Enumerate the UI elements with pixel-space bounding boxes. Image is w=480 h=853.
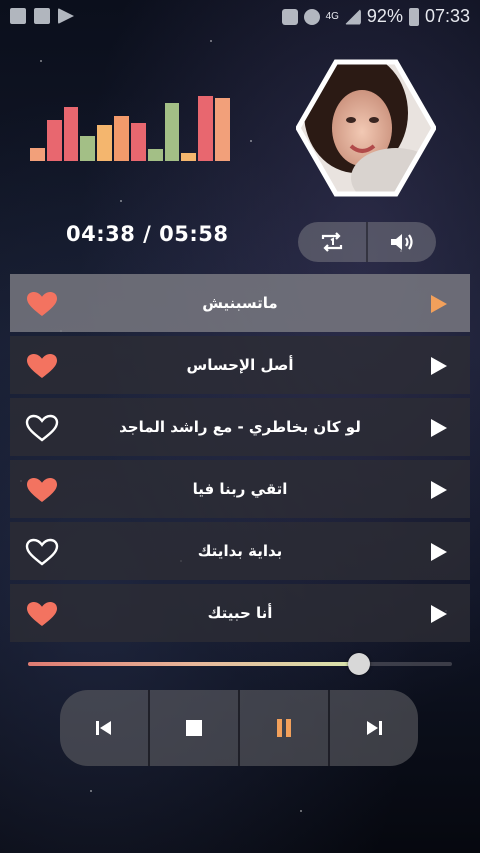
mute-icon bbox=[281, 8, 298, 25]
equalizer-bar bbox=[97, 125, 113, 161]
play-icon[interactable] bbox=[430, 294, 448, 314]
next-button[interactable] bbox=[328, 690, 418, 766]
repeat-volume-controls bbox=[298, 222, 436, 262]
seek-bar-fill bbox=[28, 662, 359, 666]
equalizer-bar bbox=[198, 96, 214, 161]
stop-button[interactable] bbox=[148, 690, 238, 766]
artist-avatar bbox=[296, 58, 436, 198]
clock: 07:33 bbox=[424, 6, 470, 26]
song-row[interactable]: أنا حبيتك bbox=[10, 584, 470, 642]
equalizer-bar bbox=[114, 116, 129, 161]
play-icon[interactable] bbox=[430, 356, 448, 376]
equalizer-bar bbox=[147, 149, 163, 161]
play-store-icon bbox=[58, 8, 74, 24]
volume-button[interactable] bbox=[366, 222, 436, 262]
play-icon[interactable] bbox=[430, 418, 448, 438]
equalizer-bar bbox=[215, 98, 230, 161]
image-icon bbox=[10, 8, 26, 24]
playback-time: 04:38 / 05:58 bbox=[66, 222, 229, 246]
signal-icon bbox=[344, 8, 361, 25]
song-title: ماتسبنيش bbox=[202, 294, 278, 312]
play-icon[interactable] bbox=[430, 480, 448, 500]
previous-button[interactable] bbox=[60, 690, 148, 766]
heart-filled-icon[interactable] bbox=[25, 290, 59, 318]
song-title: اتقي ربنا فيا bbox=[192, 480, 288, 498]
song-row[interactable]: بداية بدايتك bbox=[10, 522, 470, 580]
play-icon[interactable] bbox=[430, 542, 448, 562]
previous-icon bbox=[96, 721, 111, 735]
artist-photo bbox=[296, 59, 436, 197]
song-title: أصل الإحساس bbox=[186, 356, 294, 374]
volume-icon bbox=[391, 234, 413, 250]
notification-icons bbox=[10, 8, 74, 24]
song-row[interactable]: ماتسبنيش bbox=[10, 274, 470, 332]
equalizer-bar bbox=[30, 148, 45, 161]
repeat-button[interactable] bbox=[298, 222, 366, 262]
equalizer-visualizer bbox=[30, 95, 230, 161]
gallery-icon bbox=[34, 8, 50, 24]
battery-icon bbox=[408, 7, 419, 26]
equalizer-bar bbox=[46, 120, 62, 161]
heart-outline-icon[interactable] bbox=[25, 414, 59, 442]
equalizer-bar bbox=[63, 107, 79, 161]
equalizer-bar bbox=[164, 103, 180, 161]
heart-filled-icon[interactable] bbox=[25, 600, 59, 628]
heart-filled-icon[interactable] bbox=[25, 352, 59, 380]
network-4g-icon: 4G bbox=[325, 10, 339, 22]
song-row[interactable]: أصل الإحساس bbox=[10, 336, 470, 394]
song-row[interactable]: لو كان بخاطري - مع راشد الماجد bbox=[10, 398, 470, 456]
equalizer-bar bbox=[80, 136, 96, 161]
system-icons: 4G 92% 07:33 bbox=[281, 6, 470, 27]
seek-bar-thumb[interactable] bbox=[347, 653, 370, 675]
seek-bar[interactable] bbox=[28, 653, 452, 675]
equalizer-bar bbox=[181, 153, 197, 161]
heart-outline-icon[interactable] bbox=[25, 538, 59, 566]
status-bar: 4G 92% 07:33 bbox=[0, 0, 480, 34]
song-title: لو كان بخاطري - مع راشد الماجد bbox=[119, 418, 361, 436]
song-title: أنا حبيتك bbox=[207, 604, 273, 622]
transport-controls bbox=[60, 690, 418, 766]
pause-icon bbox=[277, 719, 291, 737]
repeat-one-icon bbox=[321, 232, 343, 252]
stop-icon bbox=[186, 720, 202, 736]
equalizer-bar bbox=[130, 123, 146, 161]
battery-percent: 92% bbox=[366, 6, 403, 26]
song-list: ماتسبنيش أصل الإحساس لو كان بخاطري - مع را… bbox=[10, 274, 470, 646]
heart-filled-icon[interactable] bbox=[25, 476, 59, 504]
song-title: بداية بدايتك bbox=[197, 542, 283, 560]
alarm-icon bbox=[303, 8, 320, 25]
next-icon bbox=[367, 721, 382, 735]
play-icon[interactable] bbox=[430, 604, 448, 624]
song-row[interactable]: اتقي ربنا فيا bbox=[10, 460, 470, 518]
pause-button[interactable] bbox=[238, 690, 328, 766]
